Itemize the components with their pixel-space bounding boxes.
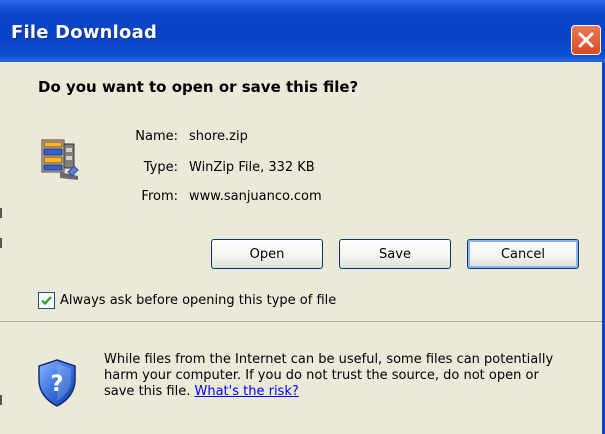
file-name-value: shore.zip — [189, 129, 248, 144]
file-type-value: WinZip File, 332 KB — [189, 160, 315, 175]
save-button[interactable]: Save — [339, 239, 451, 269]
always-ask-label[interactable]: Always ask before opening this type of f… — [60, 293, 336, 308]
frame-artifact — [0, 238, 2, 248]
warning-line-text: save this file. — [104, 384, 191, 399]
open-button[interactable]: Open — [211, 239, 323, 269]
security-warning: While files from the Internet can be use… — [104, 352, 594, 400]
close-icon — [578, 32, 594, 48]
warning-line: save this file. What's the risk? — [104, 384, 594, 400]
frame-artifact — [0, 395, 2, 405]
cancel-button[interactable]: Cancel — [467, 239, 579, 269]
always-ask-checkbox[interactable] — [38, 292, 55, 309]
dialog-question: Do you want to open or save this file? — [38, 78, 359, 96]
checkmark-icon — [41, 296, 52, 306]
type-label: Type: — [143, 160, 178, 175]
source-value: www.sanjuanco.com — [189, 189, 322, 204]
security-shield-icon: ? — [38, 359, 76, 407]
warning-line: harm your computer. If you do not trust … — [104, 368, 539, 383]
whats-the-risk-link[interactable]: What's the risk? — [195, 384, 299, 399]
title-bar[interactable]: File Download — [0, 0, 605, 62]
warning-line: While files from the Internet can be use… — [104, 352, 554, 367]
frame-artifact — [0, 208, 2, 218]
svg-text:?: ? — [51, 372, 64, 397]
name-label: Name: — [135, 129, 178, 144]
close-button[interactable] — [571, 25, 601, 55]
window-title: File Download — [11, 22, 158, 43]
from-label: From: — [141, 189, 178, 204]
